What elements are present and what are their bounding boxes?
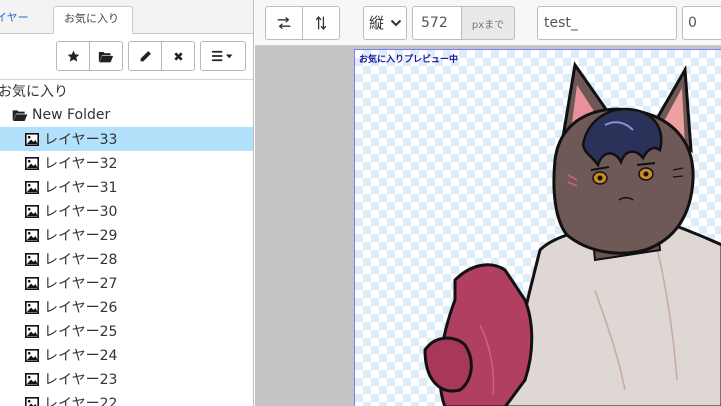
image-icon (24, 155, 40, 171)
direction-value: 縦 (369, 14, 385, 32)
preview-status-label: お気に入りプレビュー中 (359, 55, 459, 65)
swap-button[interactable] (265, 6, 303, 40)
tree-layer-item[interactable]: レイヤー29 (0, 223, 253, 247)
image-icon (24, 299, 40, 315)
swap-vertical-icon (315, 16, 327, 30)
favorites-tree: お気に入り New Folder レイヤー33 レイヤー32 レイヤー31 レイヤー3… (0, 80, 253, 406)
image-icon (24, 203, 40, 219)
tree-layer-label: レイヤー30 (44, 204, 118, 220)
tree-layer-label: レイヤー23 (44, 372, 118, 388)
tree-layer-item[interactable]: レイヤー27 (0, 271, 253, 295)
chevron-down-icon (390, 19, 402, 27)
menu-dropdown-button[interactable] (200, 41, 246, 71)
image-icon (24, 227, 40, 243)
add-folder-button[interactable] (89, 41, 123, 71)
favorites-panel: イヤー お気に入り お気に入り New Folder レイヤー33レイヤー3 (0, 0, 254, 406)
tree-layer-item[interactable]: レイヤー33 (0, 127, 253, 151)
image-icon (24, 275, 40, 291)
preview-canvas: お気に入りプレビュー中 (354, 49, 721, 406)
tree-layer-label: レイヤー33 (44, 132, 118, 148)
image-icon (24, 347, 40, 363)
tree-layer-item[interactable]: レイヤー28 (0, 247, 253, 271)
panel-tabs: イヤー お気に入り (0, 0, 253, 34)
tree-root-label: お気に入り (0, 84, 68, 100)
number-input[interactable] (682, 6, 721, 40)
tree-layer-label: レイヤー28 (44, 252, 118, 268)
image-icon (24, 179, 40, 195)
tree-layer-label: レイヤー26 (44, 300, 118, 316)
tree-layer-label: レイヤー29 (44, 228, 118, 244)
tree-layer-item[interactable]: レイヤー24 (0, 343, 253, 367)
tree-layer-item[interactable]: レイヤー30 (0, 199, 253, 223)
tree-layer-item[interactable]: レイヤー32 (0, 151, 253, 175)
tree-layer-label: レイヤー25 (44, 324, 118, 340)
character-illustration (423, 61, 721, 406)
tree-folder-new-folder[interactable]: New Folder (0, 103, 253, 127)
swap-horizontal-icon (277, 16, 291, 30)
sort-button[interactable] (302, 6, 340, 40)
close-icon (173, 51, 183, 61)
name-input[interactable] (537, 6, 677, 40)
direction-select[interactable]: 縦 (363, 6, 407, 40)
image-icon (24, 371, 40, 387)
tree-folder-label: New Folder (32, 107, 111, 123)
delete-button[interactable] (161, 41, 195, 71)
image-icon (24, 251, 40, 267)
tree-layer-label: レイヤー31 (44, 180, 118, 196)
preview-toolbar: 縦 pxまで (255, 0, 721, 46)
tree-layer-label: レイヤー24 (44, 348, 118, 364)
add-favorite-button[interactable] (56, 41, 90, 71)
image-icon (24, 131, 40, 147)
star-icon (67, 50, 79, 62)
folder-open-icon (12, 107, 28, 123)
pencil-icon (140, 50, 151, 61)
tree-layer-item[interactable]: レイヤー25 (0, 319, 253, 343)
tab-favorites[interactable]: お気に入り (53, 6, 133, 34)
tree-layer-item[interactable]: レイヤー23 (0, 367, 253, 391)
size-unit: pxまで (461, 6, 515, 40)
tree-layer-item[interactable]: レイヤー22 (0, 391, 253, 406)
edit-button[interactable] (128, 41, 162, 71)
tree-layer-label: レイヤー27 (44, 276, 118, 292)
preview-area: 縦 pxまで (255, 0, 721, 406)
tree-layer-label: レイヤー22 (44, 396, 118, 406)
folder-open-icon (98, 51, 114, 62)
tab-layer[interactable]: イヤー (0, 6, 39, 34)
tree-layer-item[interactable]: レイヤー31 (0, 175, 253, 199)
tree-layer-item[interactable]: レイヤー26 (0, 295, 253, 319)
tree-layer-label: レイヤー32 (44, 156, 118, 172)
favorites-toolbar (0, 34, 253, 80)
image-icon (24, 323, 40, 339)
tree-root[interactable]: お気に入り (0, 80, 253, 103)
image-icon (24, 395, 40, 406)
menu-icon (212, 50, 233, 62)
size-input[interactable] (412, 6, 462, 40)
